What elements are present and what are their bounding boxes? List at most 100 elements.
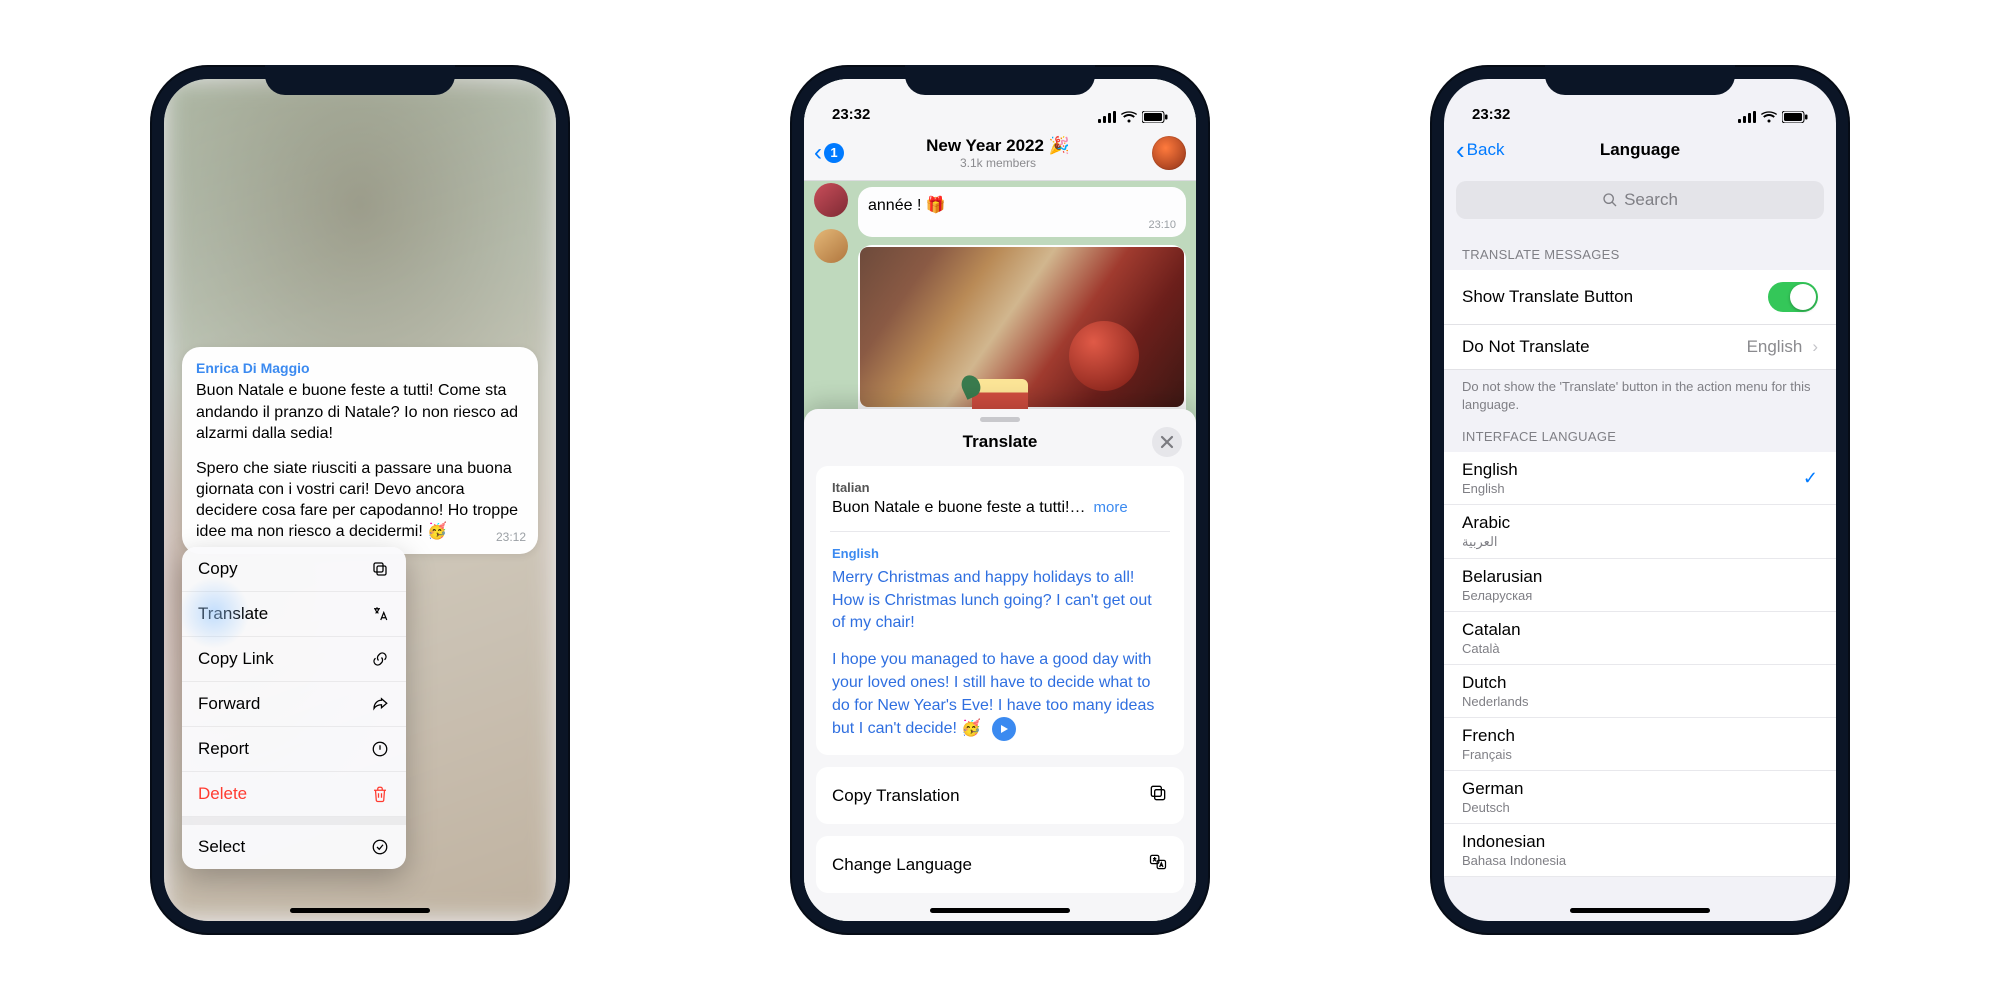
row-show-translate[interactable]: Show Translate Button	[1444, 270, 1836, 325]
chat-subtitle: 3.1k members	[844, 156, 1152, 170]
page-title: Language	[1600, 140, 1680, 160]
copy-translation-label: Copy Translation	[832, 786, 960, 806]
source-text: Buon Natale e buone feste a tutti!…	[832, 499, 1086, 517]
language-name: German	[1462, 779, 1523, 799]
language-native: Français	[1462, 747, 1515, 762]
status-right	[1098, 111, 1168, 123]
status-time: 23:32	[1472, 106, 1510, 123]
home-indicator	[930, 908, 1070, 913]
language-native: English	[1462, 481, 1518, 496]
chat-title: New Year 2022 🎉	[844, 136, 1152, 156]
language-row[interactable]: CatalanCatalà	[1444, 612, 1836, 665]
menu-select-label: Select	[198, 837, 245, 857]
menu-select[interactable]: Select	[182, 825, 406, 869]
notch	[1545, 65, 1735, 95]
menu-copy-label: Copy	[198, 559, 238, 579]
language-row[interactable]: Arabicالعربية	[1444, 505, 1836, 559]
sender-name: Enrica Di Maggio	[196, 359, 524, 377]
play-button[interactable]	[992, 717, 1016, 741]
menu-copy-link-label: Copy Link	[198, 649, 274, 669]
menu-forward-label: Forward	[198, 694, 260, 714]
toggle-on[interactable]	[1768, 282, 1818, 312]
section-footer: Do not show the 'Translate' button in th…	[1444, 370, 1836, 413]
sender-avatar-2[interactable]	[814, 229, 848, 263]
message-text-1: Buon Natale e buone feste a tutti! Come …	[196, 380, 524, 443]
divider	[830, 531, 1170, 532]
forward-icon	[370, 694, 390, 714]
phone-frame-2: 23:32 ‹ 1 New Year 2022 🎉 3.1k members a…	[790, 65, 1210, 935]
section-interface: INTERFACE LANGUAGE	[1444, 413, 1836, 452]
copy-icon	[370, 559, 390, 579]
chevron-right-icon: ›	[1812, 337, 1818, 357]
close-icon	[1160, 435, 1174, 449]
translation-card: Italian Buon Natale e buone feste a tutt…	[816, 466, 1184, 755]
message-bubble[interactable]: Enrica Di Maggio Buon Natale e buone fes…	[182, 347, 538, 554]
change-language-label: Change Language	[832, 855, 972, 875]
chat-title-block[interactable]: New Year 2022 🎉 3.1k members	[844, 136, 1152, 170]
sender-avatar-1[interactable]	[814, 183, 848, 217]
target-text-2: I hope you managed to have a good day wi…	[832, 649, 1168, 741]
language-row[interactable]: IndonesianBahasa Indonesia	[1444, 824, 1836, 877]
menu-forward[interactable]: Forward	[182, 682, 406, 727]
language-row[interactable]: DutchNederlands	[1444, 665, 1836, 718]
trash-icon	[370, 784, 390, 804]
menu-report[interactable]: Report	[182, 727, 406, 772]
copy-translation-button[interactable]: Copy Translation	[816, 767, 1184, 824]
language-name: Catalan	[1462, 620, 1521, 640]
nav-bar: ‹Back Language	[1444, 125, 1836, 175]
target-text-1: Merry Christmas and happy holidays to al…	[832, 567, 1168, 635]
row-do-not-translate[interactable]: Do Not Translate English ›	[1444, 325, 1836, 370]
language-row[interactable]: BelarusianБеларуская	[1444, 559, 1836, 612]
back-button[interactable]: ‹Back	[1456, 140, 1504, 160]
language-native: Deutsch	[1462, 800, 1523, 815]
close-button[interactable]	[1152, 427, 1182, 457]
search-field[interactable]: Search	[1456, 181, 1824, 219]
sheet-title: Translate	[963, 432, 1038, 452]
language-row[interactable]: FrenchFrançais	[1444, 718, 1836, 771]
language-row[interactable]: GermanDeutsch	[1444, 771, 1836, 824]
back-button[interactable]: ‹ 1	[814, 139, 844, 167]
screen: Enrica Di Maggio Buon Natale e buone fes…	[164, 79, 556, 921]
battery-icon	[1782, 111, 1808, 123]
language-native: Bahasa Indonesia	[1462, 853, 1566, 868]
row-dnt-label: Do Not Translate	[1462, 337, 1590, 357]
row-show-translate-label: Show Translate Button	[1462, 287, 1633, 307]
status-time: 23:32	[832, 106, 870, 123]
translate-icon	[370, 604, 390, 624]
menu-separator	[182, 817, 406, 825]
language-native: Беларуская	[1462, 588, 1542, 603]
row-dnt-value: English	[1747, 337, 1803, 357]
source-lang: Italian	[832, 480, 1168, 495]
message-1[interactable]: année ! 🎁 23:10	[858, 187, 1186, 237]
change-language-button[interactable]: Change Language	[816, 836, 1184, 893]
language-native: Català	[1462, 641, 1521, 656]
screen: 23:32 ‹ 1 New Year 2022 🎉 3.1k members a…	[804, 79, 1196, 921]
target-lang: English	[832, 546, 1168, 561]
search-placeholder: Search	[1624, 190, 1678, 210]
language-list: EnglishEnglish✓ArabicالعربيةBelarusianБе…	[1444, 452, 1836, 877]
signal-icon	[1098, 111, 1116, 123]
link-icon	[370, 649, 390, 669]
menu-copy-link[interactable]: Copy Link	[182, 637, 406, 682]
more-button[interactable]: more	[1094, 499, 1128, 516]
chat-avatar[interactable]	[1152, 136, 1186, 170]
wifi-icon	[1121, 111, 1137, 123]
language-name: Arabic	[1462, 513, 1510, 533]
message-time: 23:12	[496, 530, 526, 546]
language-native: العربية	[1462, 534, 1510, 550]
language-name: Indonesian	[1462, 832, 1566, 852]
sheet-grabber[interactable]	[980, 417, 1020, 422]
phone-frame-3: 23:32 ‹Back Language Search TRANSLATE ME…	[1430, 65, 1850, 935]
menu-copy[interactable]: Copy	[182, 547, 406, 592]
menu-delete[interactable]: Delete	[182, 772, 406, 817]
language-native: Nederlands	[1462, 694, 1529, 709]
language-icon	[1148, 852, 1168, 877]
menu-translate[interactable]: Translate	[182, 592, 406, 637]
language-name: French	[1462, 726, 1515, 746]
report-icon	[370, 739, 390, 759]
copy-icon	[1148, 783, 1168, 808]
message-1-text: année ! 🎁	[868, 197, 946, 214]
signal-icon	[1738, 111, 1756, 123]
language-row[interactable]: EnglishEnglish✓	[1444, 452, 1836, 505]
home-indicator	[1570, 908, 1710, 913]
